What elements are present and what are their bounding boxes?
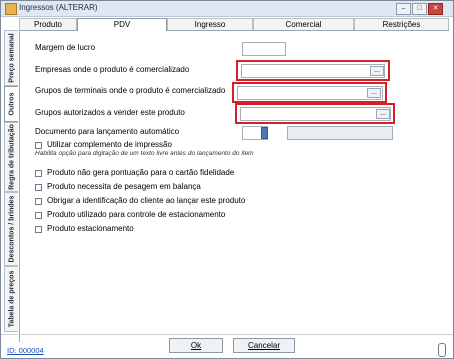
tab-produto[interactable]: Produto <box>19 18 77 30</box>
tab-ingresso[interactable]: Ingresso <box>167 18 253 30</box>
grupos-terminais-input[interactable] <box>237 86 383 100</box>
grupos-autorizados-label: Grupos autorizados a vender este produto <box>35 108 185 117</box>
dialog-window: Ingressos (ALTERAR) – □ ✕ Produto PDV In… <box>0 0 454 359</box>
grupos-autorizados-input[interactable] <box>240 107 391 121</box>
title-bar: Ingressos (ALTERAR) – □ ✕ <box>1 1 453 17</box>
checkbox-estacionamento[interactable] <box>35 226 42 233</box>
minimize-button[interactable]: – <box>396 3 411 15</box>
side-tab-preco-semanal[interactable]: Preço semanal <box>4 30 18 86</box>
grupos-terminais-browse-button[interactable]: ... <box>367 88 381 98</box>
tab-pdv[interactable]: PDV <box>77 18 167 31</box>
attachment-icon[interactable] <box>438 343 446 357</box>
grupos-terminais-label: Grupos de terminais onde o produto é com… <box>35 86 226 95</box>
complemento-checkbox[interactable] <box>35 142 42 149</box>
checkbox-fidelidade[interactable] <box>35 170 42 177</box>
tab-comercial[interactable]: Comercial <box>253 18 354 30</box>
tab-restricoes[interactable]: Restrições <box>354 18 449 30</box>
complemento-label: Utilizar complemento de impressão <box>47 140 172 149</box>
side-tab-descontos-brindes[interactable]: Descontos / brindes <box>4 192 18 266</box>
tab-bar: Produto PDV Ingresso Comercial Restriçõe… <box>19 18 449 31</box>
empresas-browse-button[interactable]: ... <box>370 66 384 76</box>
window-title: Ingressos (ALTERAR) <box>19 3 98 12</box>
empresas-label: Empresas onde o produto é comercializado <box>35 65 190 74</box>
margem-label: Margem de lucro <box>35 43 96 52</box>
label-controle-estacionamento: Produto utilizado para controle de estac… <box>47 210 226 219</box>
pdv-panel: Margem de lucro Empresas onde o produto … <box>21 31 451 341</box>
ok-button[interactable]: Ok <box>169 338 223 353</box>
documento-spinner[interactable] <box>261 127 268 139</box>
checkbox-pesagem[interactable] <box>35 184 42 191</box>
record-id-link[interactable]: ID: 000004 <box>7 346 44 355</box>
margem-input[interactable] <box>242 42 286 56</box>
grupos-autorizados-browse-button[interactable]: ... <box>376 109 390 119</box>
empresas-input[interactable] <box>241 64 385 78</box>
checkbox-controle-estacionamento[interactable] <box>35 212 42 219</box>
label-pesagem: Produto necessita de pesagem em balança <box>47 182 201 191</box>
label-identificacao: Obrigar a identificação do cliente ao la… <box>47 196 246 205</box>
complemento-hint: Habilita opção para digitação de um text… <box>35 150 254 157</box>
side-tab-bar: Preço semanal Outros Regra de tributação… <box>4 30 20 342</box>
label-estacionamento: Produto estacionamento <box>47 224 134 233</box>
label-fidelidade: Produto não gera pontuação para o cartão… <box>47 168 235 177</box>
maximize-button[interactable]: □ <box>412 3 427 15</box>
side-tab-tabela-precos[interactable]: Tabela de preços <box>4 266 18 332</box>
app-icon <box>5 3 17 15</box>
side-tab-regra-tributacao[interactable]: Regra de tributação <box>4 122 18 192</box>
documento-label: Documento para lançamento automático <box>35 127 180 136</box>
documento-description <box>287 126 393 140</box>
checkbox-identificacao[interactable] <box>35 198 42 205</box>
footer-bar: ID: 000004 Ok Cancelar <box>1 334 453 359</box>
cancel-button[interactable]: Cancelar <box>233 338 295 353</box>
close-button[interactable]: ✕ <box>428 3 443 15</box>
side-tab-outros[interactable]: Outros <box>4 86 18 122</box>
